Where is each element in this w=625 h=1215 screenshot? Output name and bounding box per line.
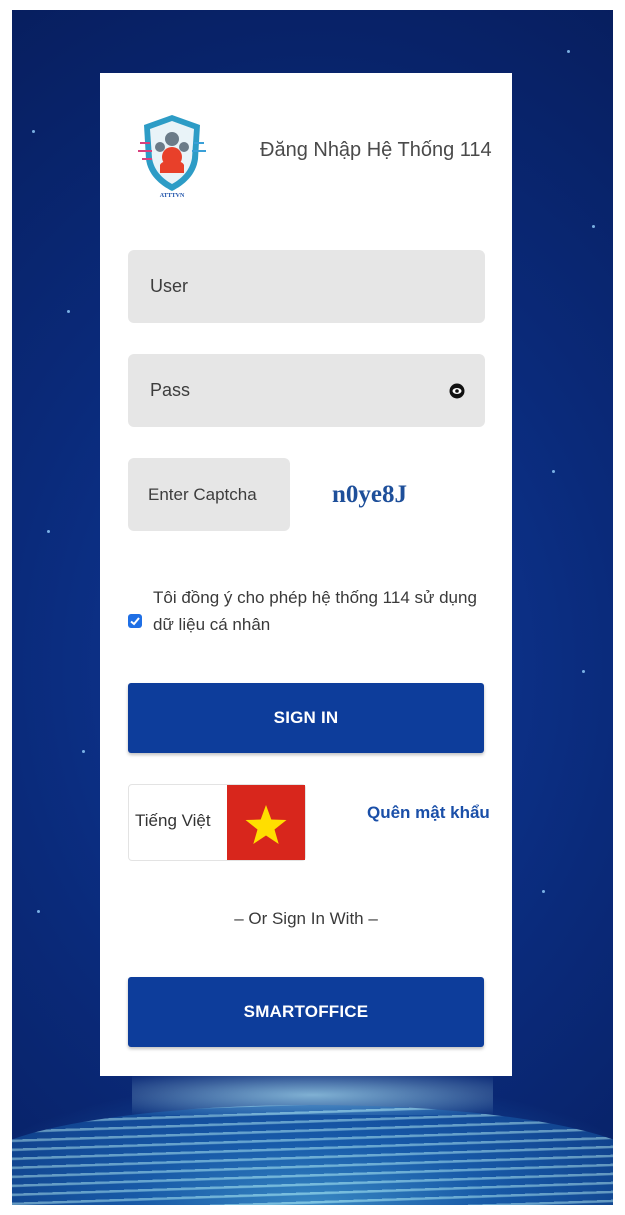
password-input[interactable] xyxy=(128,354,485,427)
captcha-field xyxy=(128,458,290,531)
star-dot xyxy=(37,910,40,913)
star-dot xyxy=(67,310,70,313)
eye-icon[interactable] xyxy=(449,383,465,399)
page-title: Đăng Nhập Hệ Thống 114 xyxy=(260,139,492,161)
user-field xyxy=(128,250,485,323)
star-dot xyxy=(567,50,570,53)
checkmark-icon xyxy=(130,617,140,626)
star-dot xyxy=(582,670,585,673)
star-dot xyxy=(32,130,35,133)
forgot-password-link[interactable]: Quên mật khẩu xyxy=(367,803,490,823)
or-sign-in-with-divider: – Or Sign In With – xyxy=(234,909,378,928)
shield-logo-icon: ATTTVN xyxy=(138,115,206,199)
wave-decoration xyxy=(12,1105,613,1205)
vietnam-flag-icon xyxy=(227,785,305,860)
smartoffice-button[interactable]: SMARTOFFICE xyxy=(128,977,484,1047)
consent-checkbox[interactable] xyxy=(128,614,142,628)
star-dot xyxy=(592,225,595,228)
language-selector[interactable]: Tiếng Việt xyxy=(128,784,306,861)
captcha-code: n0ye8J xyxy=(332,481,407,508)
star-dot xyxy=(552,470,555,473)
consent-label: Tôi đồng ý cho phép hệ thống 114 sử dụng… xyxy=(153,588,477,634)
login-card: ATTTVN Đăng Nhập Hệ Thống 114 n0ye8J Tôi… xyxy=(100,73,512,1076)
star-dot xyxy=(82,750,85,753)
logo-caption: ATTTVN xyxy=(160,193,185,199)
language-label: Tiếng Việt xyxy=(135,811,211,830)
captcha-input[interactable] xyxy=(128,458,290,531)
user-input[interactable] xyxy=(128,250,485,323)
sign-in-button[interactable]: SIGN IN xyxy=(128,683,484,753)
star-dot xyxy=(542,890,545,893)
password-field xyxy=(128,354,485,427)
star-dot xyxy=(47,530,50,533)
